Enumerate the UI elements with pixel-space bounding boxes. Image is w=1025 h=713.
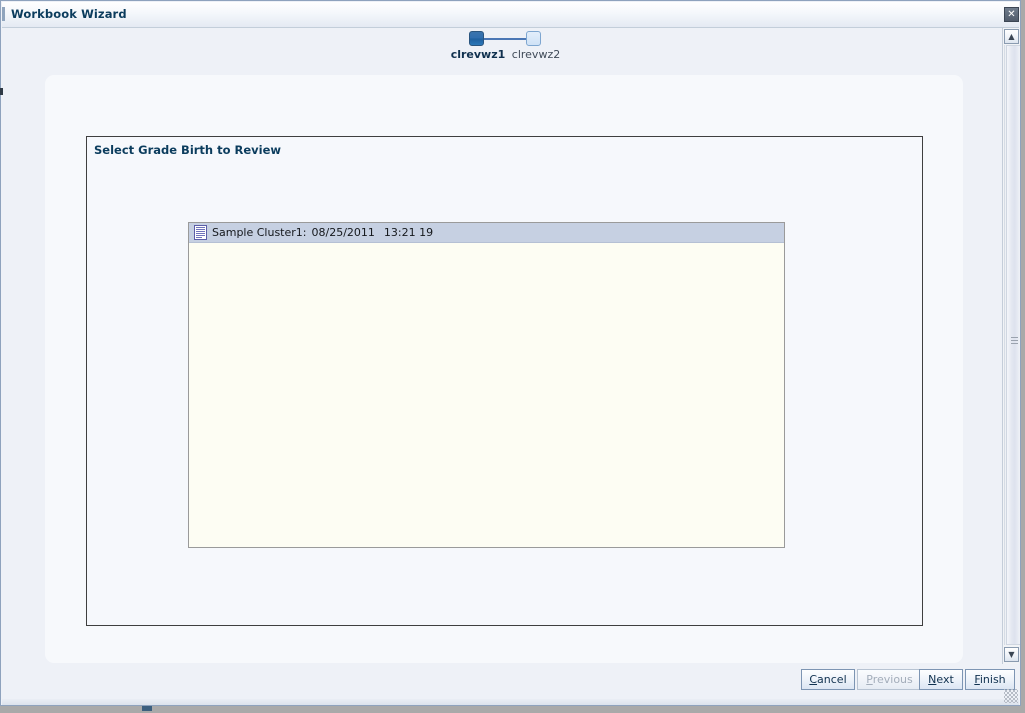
wizard-content-card: Select Grade Birth to Review Sample Clus… [45, 75, 963, 663]
list-item-date: 08/25/2011 [311, 226, 375, 239]
workbook-wizard-window: Workbook Wizard ✕ clrevwz1 clrevwz2 Sele… [0, 0, 1021, 706]
close-button[interactable]: ✕ [1004, 7, 1019, 22]
document-lines-icon [194, 225, 207, 240]
next-button[interactable]: Next [919, 669, 963, 690]
desktop-background: Workbook Wizard ✕ clrevwz1 clrevwz2 Sele… [0, 0, 1025, 713]
scrollbar-thumb-grip [1011, 337, 1018, 344]
next-button-label: ext [936, 673, 954, 686]
cancel-button[interactable]: Cancel [801, 669, 855, 690]
finish-button[interactable]: Finish [965, 669, 1015, 690]
scroll-down-arrow-icon[interactable]: ▼ [1004, 647, 1019, 662]
list-item-name: Sample Cluster1: [212, 226, 307, 239]
previous-button-label: revious [872, 673, 913, 686]
desktop-left-edge-nub [0, 88, 3, 95]
train-label-step2[interactable]: clrevwz2 [505, 48, 567, 61]
cancel-button-mnemonic: C [809, 673, 818, 686]
window-title: Workbook Wizard [11, 7, 127, 21]
list-item[interactable]: Sample Cluster1: 08/25/2011 13:21 19 [189, 223, 784, 243]
window-bottom-strip [2, 699, 1019, 705]
wizard-train: clrevwz1 clrevwz2 [1, 27, 1002, 65]
wizard-footer: Cancel Previous Next Finish [2, 665, 1015, 699]
previous-button: Previous [857, 669, 922, 690]
scrollbar-track[interactable] [1004, 45, 1020, 645]
list-item-time: 13:21 19 [383, 226, 434, 239]
cluster-listbox[interactable]: Sample Cluster1: 08/25/2011 13:21 19 [188, 222, 785, 548]
region-title: Select Grade Birth to Review [94, 143, 282, 157]
scrollbar-thumb[interactable] [1006, 45, 1020, 645]
scroll-up-arrow-icon[interactable]: ▲ [1004, 29, 1019, 44]
window-titlebar: Workbook Wizard ✕ [2, 2, 1019, 28]
finish-button-label: inish [979, 673, 1006, 686]
region-panel: Select Grade Birth to Review Sample Clus… [86, 136, 923, 626]
cancel-button-label: ancel [817, 673, 847, 686]
train-connector-line [477, 38, 528, 40]
vertical-scrollbar[interactable]: ▲ ▼ [1002, 28, 1020, 664]
train-node-step1[interactable] [469, 31, 484, 46]
train-node-step2[interactable] [526, 31, 541, 46]
close-icon: ✕ [1007, 9, 1016, 20]
window-resize-grip[interactable] [1004, 689, 1018, 703]
titlebar-left-nub [2, 7, 5, 21]
train-label-step1[interactable]: clrevwz1 [447, 48, 509, 61]
